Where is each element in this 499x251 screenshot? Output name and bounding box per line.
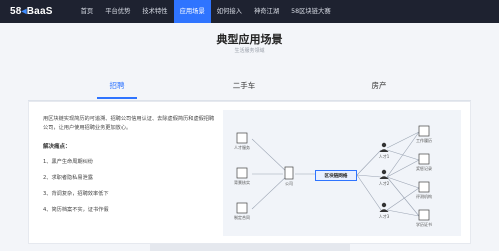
tab-used-car[interactable]: 二手车 bbox=[214, 80, 274, 91]
logo-suffix: BaaS bbox=[26, 6, 53, 17]
node-label: 制定合同 bbox=[234, 215, 250, 220]
connector-line bbox=[251, 138, 290, 175]
person-icon bbox=[381, 202, 387, 208]
pain-points-list: 1、黑产生命周期纠纷 2、求职者隐私易泄露 3、背调复杂，招聘效率低下 4、简历… bbox=[43, 158, 109, 222]
node-label: 奖惩记录 bbox=[416, 166, 432, 171]
degree-certificate-icon bbox=[418, 209, 430, 221]
connector-line bbox=[356, 174, 382, 178]
company-label: 公司 bbox=[285, 181, 293, 186]
person-icon bbox=[381, 142, 387, 148]
node-label: 背景核实 bbox=[234, 180, 250, 185]
nav-item[interactable]: 应用场景 bbox=[173, 0, 211, 23]
pain-point-item: 1、黑产生命周期纠纷 bbox=[43, 159, 93, 165]
logo-number: 58 bbox=[10, 6, 22, 17]
pain-points-title: 解决痛点： bbox=[43, 144, 71, 150]
nav-items: 首页 平台优势 技术特性 应用场景 如何接入 神奇江湖 58区块链大赛 bbox=[75, 0, 337, 23]
tab-recruitment[interactable]: 招聘 bbox=[87, 80, 147, 91]
background-check-icon bbox=[236, 167, 248, 179]
node-label: 学历证书 bbox=[416, 222, 432, 227]
nav-item[interactable]: 58区块链大赛 bbox=[285, 0, 337, 23]
nav-item[interactable]: 平台优势 bbox=[99, 0, 136, 23]
nav-item[interactable]: 技术特性 bbox=[136, 0, 173, 23]
logo-text: 58◂BaaS bbox=[10, 6, 53, 17]
node-label: 人才服务 bbox=[234, 145, 250, 150]
node-label: 工作履历 bbox=[416, 138, 432, 143]
section-subtitle: 生活服务领域 bbox=[234, 48, 265, 54]
evaluation-agency-icon bbox=[418, 181, 430, 193]
pain-point-item: 2、求职者隐私易泄露 bbox=[43, 175, 93, 181]
scenario-tabs: 招聘 二手车 房产 bbox=[0, 80, 499, 100]
person-label: 人才3 bbox=[378, 214, 390, 219]
connector-line bbox=[251, 173, 290, 210]
brand-logo[interactable]: 58◂BaaS bbox=[10, 6, 53, 17]
tab-real-estate[interactable]: 房产 bbox=[349, 80, 409, 91]
pain-point-item: 3、背调复杂，招聘效率低下 bbox=[43, 191, 109, 197]
company-icon bbox=[284, 166, 294, 180]
blockchain-network-node: 区块链网络 bbox=[315, 170, 357, 181]
node-label: 评测机构 bbox=[416, 194, 432, 199]
section-title: 典型应用场景 bbox=[216, 33, 283, 46]
work-history-icon bbox=[418, 125, 430, 137]
scenario-description: 用区块链实现简历的可追溯、招聘公司信用认证、去除虚假简历和虚假招聘公司，让用户使… bbox=[43, 116, 215, 131]
person-icon bbox=[379, 149, 389, 152]
reward-record-icon bbox=[418, 153, 430, 165]
contract-icon bbox=[236, 202, 248, 214]
nav-item[interactable]: 神奇江湖 bbox=[248, 0, 285, 23]
top-nav: 58◂BaaS 首页 平台优势 技术特性 应用场景 如何接入 神奇江湖 58区块链大赛 bbox=[0, 0, 499, 23]
active-tab-indicator bbox=[97, 97, 137, 99]
nav-item[interactable]: 首页 bbox=[75, 0, 100, 23]
person-label: 人才2 bbox=[378, 181, 390, 186]
talent-service-icon bbox=[236, 132, 248, 144]
person-icon bbox=[381, 169, 387, 175]
scenario-card: 用区块链实现简历的可追溯、招聘公司信用认证、去除虚假简历和虚假招聘公司，让用户使… bbox=[28, 101, 471, 244]
blockchain-diagram: 区块链网络 人才服务 背景核实 制定合同 公司 人才1 人才2 人才3 工作履历… bbox=[223, 110, 461, 236]
person-label: 人才1 bbox=[378, 154, 390, 159]
nav-item[interactable]: 如何接入 bbox=[211, 0, 248, 23]
next-section-edge bbox=[150, 244, 350, 251]
pain-point-item: 4、简历档案不实，证书作假 bbox=[43, 207, 109, 213]
